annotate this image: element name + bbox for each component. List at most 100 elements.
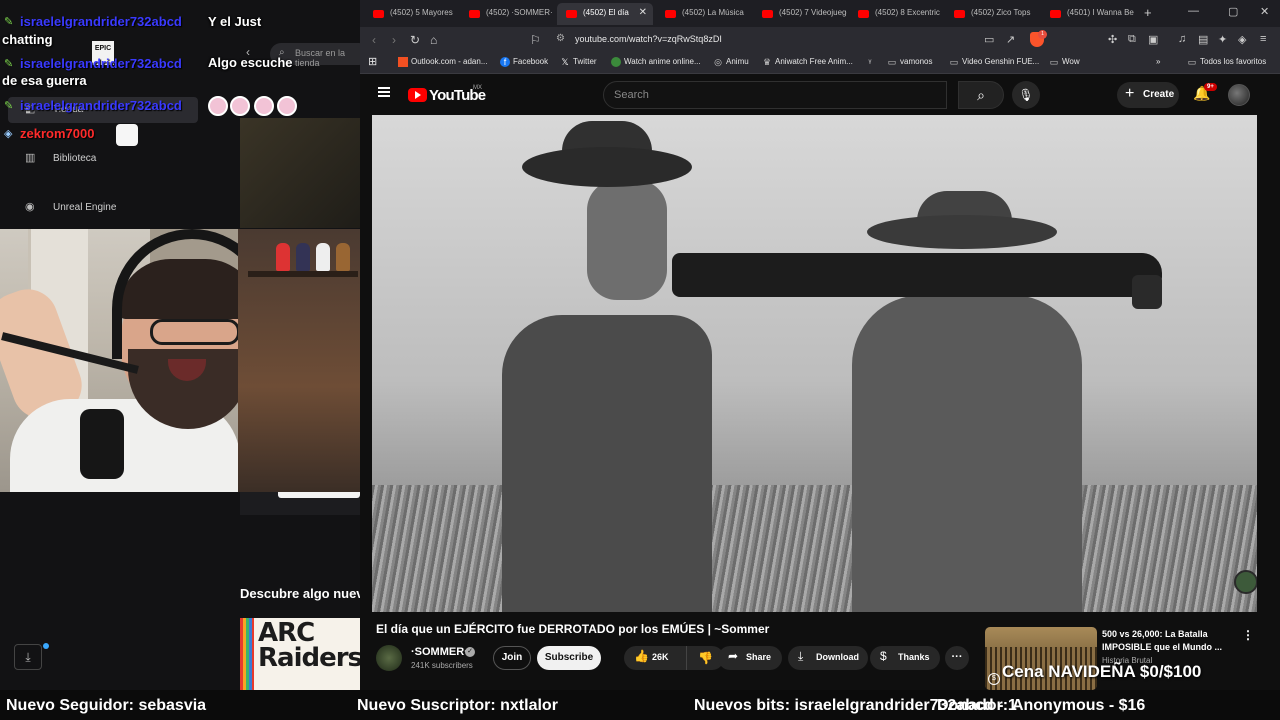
url-text: youtube.com/watch?v=zqRwStq8zDI	[575, 34, 722, 44]
bookmark-label: Twitter	[573, 57, 597, 66]
youtube-favicon-icon	[665, 10, 676, 18]
bookmark-folder[interactable]: ▭ vamonos	[887, 57, 933, 67]
bookmark-item[interactable]: Outlook.com - adan...	[398, 57, 488, 67]
channel-avatar[interactable]	[376, 645, 402, 671]
forward-icon[interactable]: ›	[392, 33, 396, 47]
download-label: Download	[816, 652, 859, 662]
more-horizontal-icon: ···	[951, 651, 963, 663]
apps-grid-icon[interactable]: ⊞	[368, 55, 377, 68]
bookmark-label: Outlook.com - adan...	[411, 57, 488, 66]
sidebar-item-unreal-engine[interactable]: ◉ Unreal Engine	[8, 195, 198, 221]
share-icon[interactable]: ↗	[1006, 33, 1015, 46]
store-hero-banner[interactable]	[240, 118, 360, 228]
voice-search-button[interactable]: 🎙	[1012, 81, 1040, 109]
headset-graphic	[112, 229, 238, 359]
shelf-graphic	[248, 271, 358, 277]
share-button[interactable]: ➦ Share	[718, 646, 782, 670]
channel-watermark-avatar[interactable]	[1234, 570, 1257, 594]
close-window-icon[interactable]: ✕	[1260, 5, 1269, 18]
bookmark-label: Facebook	[513, 57, 549, 66]
download-icon: ⤓	[25, 650, 31, 664]
chat-message: chatting	[2, 32, 53, 47]
join-button[interactable]: Join	[493, 646, 531, 670]
create-label: Create	[1143, 89, 1175, 100]
browser-tab[interactable]: (4502) ·SOMMER·	[460, 3, 554, 25]
new-tab-icon[interactable]: +	[1144, 5, 1152, 20]
bookmark-item[interactable]: ◎ Animu	[713, 57, 749, 67]
tab-label: (4502) ·SOMMER·	[486, 8, 553, 17]
create-button[interactable]: + Create	[1117, 82, 1179, 108]
more-actions-button[interactable]: ···	[945, 646, 969, 670]
youtube-favicon-icon	[954, 10, 965, 18]
channel-name[interactable]: ·SOMMER·	[411, 646, 468, 658]
bookmark-item[interactable]: 𝕏 Twitter	[560, 57, 597, 67]
arc-raiders-tile[interactable]: ARC Raiders	[240, 618, 360, 690]
downloads-button[interactable]: ⤓	[14, 644, 42, 670]
donation-goal: Cena NAVIDEÑA $0/$100	[1002, 662, 1202, 681]
puzzle-icon[interactable]: ⧉	[1128, 33, 1136, 46]
notification-count-badge: 9+	[1204, 83, 1217, 91]
url-bar[interactable]: ⚙ youtube.com/watch?v=zqRwStq8zDI	[550, 30, 1026, 49]
chat-username: israelelgrandrider732abcd	[20, 98, 182, 113]
thanks-label: Thanks	[898, 652, 930, 662]
search-button[interactable]: ⌕	[958, 81, 1004, 109]
wallet-icon[interactable]: ▤	[1198, 33, 1208, 46]
more-bookmarks-icon[interactable]: »	[1156, 57, 1160, 66]
ticker-subscriber: Nuevo Suscriptor: nxtlalor	[357, 697, 558, 714]
maximize-icon[interactable]: ▢	[1228, 5, 1238, 18]
close-tab-icon[interactable]: ✕	[639, 7, 647, 18]
bookmark-folder[interactable]: ▭ Wow	[1049, 57, 1080, 67]
all-bookmarks-folder[interactable]: ▭ Todos los favoritos	[1187, 57, 1267, 67]
bookmark-item[interactable]: Watch anime online...	[611, 57, 701, 67]
browser-tab[interactable]: (4502) La Música	[656, 3, 750, 25]
hamburger-menu-icon[interactable]	[378, 87, 390, 97]
figure-graphic	[276, 243, 290, 271]
vpn-icon[interactable]: ◈	[1238, 33, 1246, 46]
site-info-icon: ⚙	[556, 33, 565, 44]
video-player[interactable]	[372, 115, 1257, 612]
menu-icon[interactable]: ≡	[1260, 33, 1266, 45]
install-app-icon[interactable]: ▭	[984, 33, 994, 46]
sidebar-item-biblioteca[interactable]: ▥ Biblioteca	[8, 146, 198, 172]
recommended-title[interactable]: 500 vs 26,000: La Batalla IMPOSIBLE que …	[1102, 628, 1232, 654]
stream-ticker: Nuevo Seguidor: sebasvia Nuevo Suscripto…	[0, 690, 1280, 720]
sidebar-icon[interactable]: ▣	[1148, 33, 1158, 46]
bookmark-label: Wow	[1062, 57, 1080, 66]
download-button[interactable]: ⤓ Download	[788, 646, 868, 670]
epic-search-placeholder: Buscar en la tienda	[295, 48, 346, 68]
reload-icon[interactable]: ↻	[410, 33, 420, 47]
music-icon[interactable]: ♫	[1178, 33, 1186, 45]
youtube-search-input[interactable]: Search	[603, 81, 947, 109]
thanks-button[interactable]: $ Thanks	[870, 646, 940, 670]
video-machine-gun	[672, 253, 1162, 297]
anime-icon	[611, 57, 621, 67]
youtube-logo-icon[interactable]	[408, 88, 427, 102]
like-button[interactable]: 👍 26K	[624, 646, 686, 670]
chat-message: de esa guerra	[2, 73, 87, 88]
webcam-feed	[0, 229, 238, 492]
subscribe-button[interactable]: Subscribe	[537, 646, 601, 670]
home-icon[interactable]: ⌂	[430, 33, 437, 47]
subscriber-count: 241K subscribers	[411, 661, 473, 670]
recommended-menu-icon[interactable]: ⋮	[1242, 628, 1254, 642]
youtube-favicon-icon	[566, 10, 577, 18]
leo-ai-icon[interactable]: ✦	[1218, 33, 1227, 46]
account-avatar[interactable]	[1228, 84, 1250, 106]
bookmark-item[interactable]: f Facebook	[500, 57, 549, 67]
minimize-icon[interactable]: —	[1188, 5, 1199, 17]
browser-tab-active[interactable]: (4502) El día ✕	[557, 3, 653, 25]
bookmark-folder[interactable]: ▭ Video Genshin FUE...	[949, 57, 1040, 67]
chat-badge-icon: ✎	[4, 100, 14, 112]
chat-badge-icon: ✎	[4, 16, 14, 28]
browser-tab[interactable]: (4501) I Wanna Be	[1041, 3, 1135, 25]
extension-icon[interactable]: ✣	[1108, 33, 1117, 46]
youtube-favicon-icon	[469, 10, 480, 18]
browser-tab[interactable]: (4502) 8 Excentric	[849, 3, 943, 25]
arc-title-line-2: Raiders	[258, 643, 360, 673]
browser-tab[interactable]: (4502) 5 Mayores	[364, 3, 458, 25]
browser-tab[interactable]: (4502) Zico Tops	[945, 3, 1039, 25]
back-icon[interactable]: ‹	[372, 33, 376, 47]
browser-tab[interactable]: (4502) 7 Videojuegos	[753, 3, 847, 25]
bookmark-item[interactable]: ♛ Aniwatch Free Anim...	[762, 57, 853, 67]
bookmark-icon[interactable]: ⚐	[530, 33, 541, 47]
